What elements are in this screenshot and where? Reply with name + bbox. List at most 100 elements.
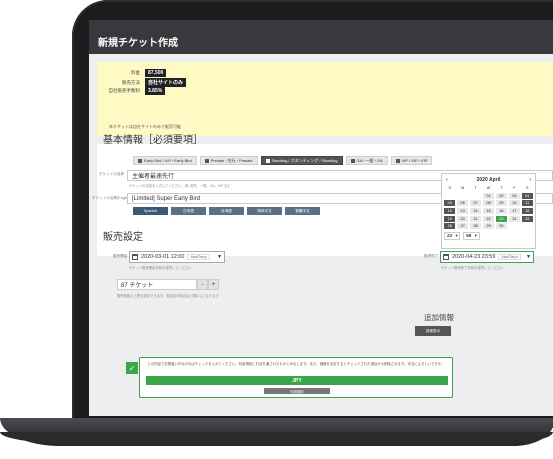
calendar-day[interactable]: 15 [482, 207, 495, 215]
chevron-down-icon: ▾ [474, 233, 477, 239]
chevron-down-icon: ▼ [217, 254, 222, 260]
calendar-day[interactable]: 25 [521, 215, 533, 222]
lang-button-japanese[interactable]: 日本語 [171, 207, 206, 215]
calendar-day[interactable]: 02 [495, 192, 508, 199]
calendar-header: ‹ 2020 April › [444, 176, 533, 184]
lang-button-taiwanese[interactable]: 台湾語 [209, 207, 244, 215]
chevron-down-icon: ▼ [526, 254, 531, 260]
laptop-base-edge [0, 432, 553, 444]
ticket-type-tabs: Early Bird / VIP / Early Bird Presale / … [133, 156, 433, 165]
english-name-label: チケットの名称(English) [92, 196, 132, 200]
summary-row-price: 料金 87,500 [97, 69, 167, 77]
summary-row-fee: 自社販売手数料 3.85% [97, 87, 166, 95]
tab-presale[interactable]: Presale / 先行 / Presale [199, 156, 258, 165]
calendar-day[interactable]: 19 [444, 215, 456, 222]
checkbox-icon [138, 158, 142, 163]
sales-end-label: 販売終了 [424, 254, 439, 258]
calendar-day[interactable]: 10 [508, 200, 521, 207]
calendar-day[interactable]: 28 [469, 223, 482, 230]
calendar-day[interactable]: 22 [482, 215, 495, 222]
quantity-minus-button[interactable]: - [197, 279, 208, 290]
sales-end-hint: チケット販売終了日時を選択してください [441, 266, 504, 270]
calendar-day[interactable]: 20 [456, 215, 469, 222]
calendar-weekday: T [500, 186, 503, 190]
checkbox-icon [265, 158, 270, 163]
confirm-box: 上の内容でお間違いがなければチェックを入れてください。利用規約にお目を通されたも… [139, 357, 453, 398]
terms-button[interactable]: 利用規約 [264, 388, 330, 394]
checkbox-icon [350, 158, 355, 163]
time-selectors: 23 ▾ 59 ▾ [444, 232, 533, 241]
calendar-empty-cell [457, 193, 468, 199]
sales-settings-heading: 販売設定 [103, 232, 143, 243]
calendar-day[interactable]: 30 [495, 223, 508, 230]
hour-select[interactable]: 23 ▾ [444, 232, 461, 241]
calendar-day[interactable]: 03 [508, 192, 521, 199]
calendar-day[interactable]: 27 [456, 223, 469, 230]
ticket-name-label: チケットの名称 [99, 172, 125, 176]
calendar-day[interactable]: 01 [482, 192, 495, 199]
ticket-name-hint: チケットの名前を入力してください。例: 前売、一般、GA、VIP など [129, 184, 231, 188]
tab-ga[interactable]: GA / 一般 / GA [345, 156, 388, 165]
calendar-weekday: T [474, 186, 477, 190]
chevron-down-icon: ▾ [455, 233, 458, 239]
sales-end-date-input[interactable]: 2020-04-23 23:59 Asia/Tokyo ▼ [440, 251, 534, 263]
lang-button-traditional-chinese[interactable]: 繁體中文 [285, 207, 320, 215]
calendar-day[interactable]: 05 [444, 200, 456, 207]
extra-info-heading: 追加情報 [424, 313, 454, 322]
calendar-day[interactable]: 06 [456, 200, 469, 207]
calendar-day[interactable]: 26 [444, 223, 456, 230]
calendar-day[interactable]: 29 [482, 223, 495, 230]
checkbox-icon [204, 158, 209, 163]
calendar-day[interactable]: 08 [482, 200, 495, 207]
calendar-weekday: F [513, 186, 516, 190]
calendar-grid: S M T W T F S 01 02 03 04 05 06 07 08 09 10 11 12 13 14 15 16 1… [444, 185, 533, 230]
sales-start-label: 販売開始 [113, 254, 128, 258]
basic-info-heading: 基本情報［必須要項］ [103, 135, 203, 146]
quantity-plus-button[interactable]: + [208, 279, 219, 290]
calendar-day[interactable]: 12 [444, 207, 456, 215]
summary-note: 本チケットは自社サイトのみで販売可能 [109, 124, 181, 129]
calendar-day[interactable]: 21 [469, 215, 482, 222]
detail-show-button[interactable]: 詳細表示 [415, 326, 451, 336]
tab-early-bird[interactable]: Early Bird / VIP / Early Bird [133, 156, 197, 165]
summary-row-method: 販売方法 自社サイトのみ [97, 78, 187, 87]
language-buttons: Spanish 日本語 台湾語 简体中文 繁體中文 [133, 207, 320, 215]
quantity-stepper: 87 チケット - + [117, 279, 219, 290]
calendar-day[interactable]: 18 [521, 207, 533, 215]
calendar-empty-cell [444, 193, 455, 199]
tab-vip[interactable]: VIP / VIP / VIP [390, 156, 433, 165]
calendar-day[interactable]: 23 [495, 215, 508, 222]
calendar-day[interactable]: 13 [456, 207, 469, 215]
calendar-day[interactable]: 04 [521, 192, 533, 199]
calendar-day[interactable]: 14 [469, 207, 482, 215]
quantity-hint: 販売枚数の上限を設定できます。未設定の場合は上限なしになります [117, 294, 219, 298]
lang-button-simplified-chinese[interactable]: 简体中文 [247, 207, 282, 215]
page-title: 新規チケット作成 [89, 20, 553, 54]
calendar-day[interactable]: 24 [508, 215, 521, 222]
calendar-day[interactable]: 09 [495, 200, 508, 207]
prev-month-icon[interactable]: ‹ [446, 177, 448, 183]
calendar-day[interactable]: 16 [495, 207, 508, 215]
tab-standing[interactable]: Standing / スタンディング / Standing [260, 156, 343, 165]
lang-button-spanish[interactable]: Spanish [133, 207, 168, 215]
agree-checkbox[interactable]: ✓ [126, 362, 138, 374]
checkbox-icon [395, 158, 400, 163]
calendar-day[interactable]: 11 [521, 200, 533, 207]
calendar-weekday: S [526, 186, 529, 190]
calendar-weekday: W [486, 186, 491, 190]
calendar-empty-cell [470, 193, 481, 199]
sales-start-hint: チケット販売開始日時を選択してください [129, 266, 192, 270]
timezone-select[interactable]: Asia/Tokyo [498, 254, 521, 260]
sales-start-date-input[interactable]: 2020-03-01 12:00 Asia/Tokyo ▼ [129, 251, 225, 263]
date-picker-popup: ‹ 2020 April › S M T W T F S 01 02 03 04 05 06 07 08 09… [441, 173, 536, 249]
timezone-select[interactable]: Asia/Tokyo [187, 254, 210, 260]
calendar-day[interactable]: 07 [469, 200, 482, 207]
next-month-icon[interactable]: › [529, 177, 531, 183]
quantity-input[interactable]: 87 チケット [117, 279, 197, 290]
calendar-icon [132, 254, 138, 260]
price-summary: 料金 87,500 販売方法 自社サイトのみ 自社販売手数料 3.85% 本チケ… [97, 62, 553, 136]
laptop-frame: 新規チケット作成 料金 87,500 販売方法 自社サイトのみ 自社販売手数料 … [0, 0, 553, 459]
jpy-button[interactable]: JPY [146, 376, 448, 385]
minute-select[interactable]: 59 ▾ [463, 232, 480, 241]
calendar-day[interactable]: 17 [508, 207, 521, 215]
